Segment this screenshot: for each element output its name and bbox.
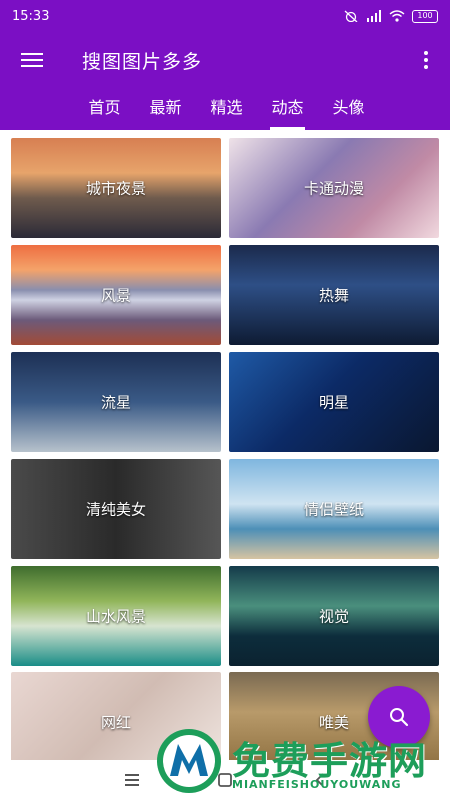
- category-label: 风景: [100, 286, 131, 305]
- tab-home[interactable]: 首页: [74, 88, 135, 130]
- more-vert-icon[interactable]: [402, 32, 450, 88]
- category-card[interactable]: 视觉: [229, 566, 439, 666]
- category-label: 明星: [318, 393, 349, 412]
- recent-apps-icon[interactable]: [120, 768, 144, 792]
- category-card[interactable]: 清纯美女: [11, 459, 221, 559]
- category-card[interactable]: 山水风景: [11, 566, 221, 666]
- watermark-logo-icon: [157, 729, 221, 793]
- category-label: 流星: [100, 393, 131, 412]
- category-label: 热舞: [318, 286, 349, 305]
- tab-latest[interactable]: 最新: [135, 88, 196, 130]
- signal-icon: [367, 10, 381, 22]
- app-title: 搜图图片多多: [82, 50, 203, 73]
- category-label: 视觉: [318, 607, 349, 626]
- hamburger-icon[interactable]: [0, 32, 64, 88]
- category-card[interactable]: 热舞: [229, 245, 439, 345]
- category-label: 城市夜景: [85, 179, 146, 198]
- category-card[interactable]: 城市夜景: [11, 138, 221, 238]
- status-bar: 15:33 100: [0, 0, 450, 32]
- wifi-icon: [389, 10, 405, 22]
- app-bar: 搜图图片多多: [0, 32, 450, 88]
- category-card[interactable]: 卡通动漫: [229, 138, 439, 238]
- category-label: 清纯美女: [85, 500, 146, 519]
- category-grid: 城市夜景 卡通动漫 风景 热舞 流星 明星 清纯美女 情侣壁纸 山水风景 视觉 …: [0, 130, 450, 760]
- tab-featured[interactable]: 精选: [196, 88, 257, 130]
- status-time: 15:33: [12, 8, 50, 24]
- tab-bar: 首页 最新 精选 动态 头像: [0, 88, 450, 130]
- category-label: 山水风景: [85, 607, 146, 626]
- tab-avatar[interactable]: 头像: [318, 88, 379, 130]
- status-icons: 100: [343, 9, 438, 23]
- alarm-off-icon: [344, 10, 358, 22]
- category-label: 卡通动漫: [303, 179, 364, 198]
- category-card[interactable]: 流星: [11, 352, 221, 452]
- category-card[interactable]: 明星: [229, 352, 439, 452]
- watermark-subtitle: MIANFEISHOUYOUWANG: [232, 778, 402, 791]
- battery-icon: 100: [412, 9, 438, 23]
- category-label: 情侣壁纸: [303, 500, 364, 519]
- category-card[interactable]: 情侣壁纸: [229, 459, 439, 559]
- watermark-title: 免费手游网: [232, 739, 428, 783]
- category-card[interactable]: 风景: [11, 245, 221, 345]
- tab-dynamic[interactable]: 动态: [257, 88, 318, 130]
- watermark: 免费手游网 MIANFEISHOUYOUWANG: [150, 724, 450, 800]
